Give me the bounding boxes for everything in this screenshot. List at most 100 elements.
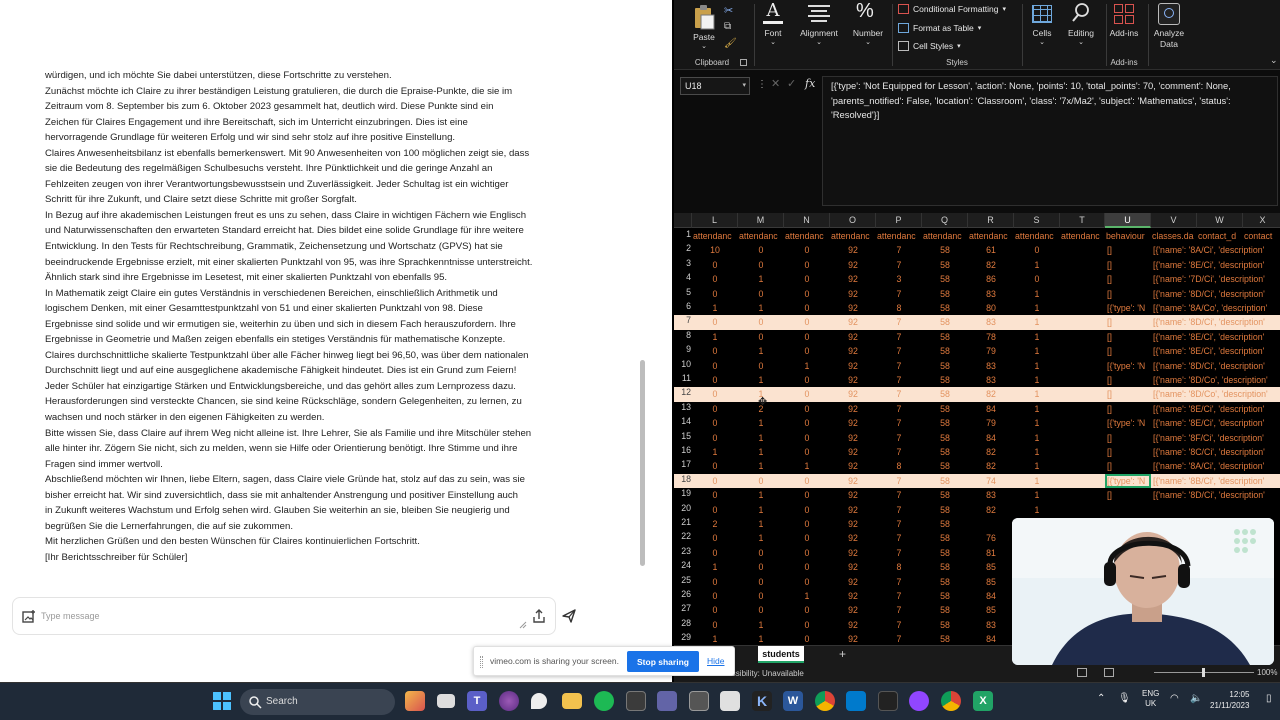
table-cell[interactable]: 74 — [968, 474, 1014, 488]
app-icon[interactable] — [720, 691, 740, 711]
row-number[interactable]: 27 — [674, 603, 691, 613]
table-cell[interactable]: 1 — [692, 632, 738, 645]
table-cell[interactable]: 92 — [830, 272, 876, 286]
app-k-icon[interactable]: K — [752, 691, 772, 711]
table-cell[interactable]: 92 — [830, 301, 876, 315]
app-icon[interactable] — [657, 691, 677, 711]
zoom-level[interactable]: 100% — [1257, 668, 1277, 677]
row-number[interactable]: 18 — [674, 474, 691, 484]
table-cell[interactable]: 0 — [692, 387, 738, 401]
table-cell[interactable]: 7 — [876, 603, 922, 617]
table-cell[interactable]: 79 — [968, 344, 1014, 358]
table-cell[interactable]: 85 — [968, 560, 1014, 574]
table-cell[interactable]: [] — [1105, 344, 1151, 358]
row-number[interactable]: 26 — [674, 589, 691, 599]
table-cell[interactable]: 7 — [876, 387, 922, 401]
app-icon[interactable] — [626, 691, 646, 711]
table-cell[interactable]: 0 — [738, 589, 784, 603]
microphone-icon[interactable]: 🎙 — [1118, 693, 1131, 704]
table-cell[interactable]: 0 — [738, 359, 784, 373]
row-number[interactable]: 21 — [674, 517, 691, 527]
row-number[interactable]: 19 — [674, 488, 691, 498]
column-header[interactable]: M — [738, 213, 784, 228]
header-cell[interactable]: attendanc — [922, 229, 968, 243]
table-cell[interactable]: 92 — [830, 488, 876, 502]
table-cell[interactable]: 7 — [876, 589, 922, 603]
table-cell[interactable] — [1060, 359, 1105, 373]
table-cell[interactable]: 7 — [876, 575, 922, 589]
table-cell[interactable]: 92 — [830, 373, 876, 387]
row-number[interactable]: 29 — [674, 632, 691, 642]
table-cell[interactable]: 83 — [968, 359, 1014, 373]
table-cell[interactable] — [1060, 344, 1105, 358]
search-icon[interactable] — [1071, 2, 1091, 24]
table-cell[interactable] — [1060, 459, 1105, 473]
column-header[interactable]: N — [784, 213, 830, 228]
table-cell[interactable]: 0 — [738, 330, 784, 344]
spotify-icon[interactable] — [594, 691, 614, 711]
table-cell[interactable]: 7 — [876, 416, 922, 430]
table-cell[interactable]: 0 — [692, 603, 738, 617]
table-cell[interactable]: 0 — [784, 517, 830, 531]
table-cell[interactable]: 85 — [968, 575, 1014, 589]
table-cell[interactable]: 1 — [692, 445, 738, 459]
row-number[interactable]: 9 — [674, 344, 691, 354]
table-cell[interactable]: 7 — [876, 488, 922, 502]
row-number[interactable]: 6 — [674, 301, 691, 311]
header-cell[interactable]: attendanc — [1014, 229, 1060, 243]
table-cell[interactable]: 0 — [784, 546, 830, 560]
table-cell[interactable]: 0 — [692, 503, 738, 517]
table-cell[interactable]: 0 — [692, 373, 738, 387]
table-cell[interactable]: 58 — [922, 287, 968, 301]
table-cell[interactable]: [{'type': 'N — [1105, 301, 1151, 315]
table-cell[interactable]: 7 — [876, 632, 922, 645]
table-cell[interactable]: 8 — [876, 459, 922, 473]
table-cell[interactable]: 92 — [830, 315, 876, 329]
table-cell[interactable] — [1060, 387, 1105, 401]
app-icon[interactable] — [689, 691, 709, 711]
taskbar-search[interactable]: Search — [240, 689, 395, 715]
table-cell[interactable]: 84 — [968, 632, 1014, 645]
column-header[interactable]: V — [1151, 213, 1197, 228]
select-all-corner[interactable] — [674, 213, 692, 228]
table-cell[interactable]: 0 — [692, 431, 738, 445]
table-cell[interactable]: 92 — [830, 416, 876, 430]
message-input[interactable] — [41, 606, 481, 626]
table-cell[interactable]: 58 — [922, 330, 968, 344]
table-cell[interactable]: 1 — [1014, 474, 1060, 488]
table-cell[interactable]: 92 — [830, 344, 876, 358]
table-cell[interactable]: 0 — [738, 474, 784, 488]
table-cell[interactable]: 0 — [784, 488, 830, 502]
volume-icon[interactable]: 🔈 — [1190, 693, 1202, 704]
table-cell[interactable]: 1 — [738, 272, 784, 286]
table-cell[interactable]: 83 — [968, 488, 1014, 502]
table-cell[interactable]: 0 — [784, 402, 830, 416]
table-cell[interactable]: [{'name': '8E/Ci', 'description' — [1151, 258, 1280, 272]
table-cell[interactable]: 0 — [784, 431, 830, 445]
table-cell[interactable]: 83 — [968, 373, 1014, 387]
row-number[interactable]: 28 — [674, 618, 691, 628]
enter-icon[interactable]: ✓ — [787, 77, 796, 90]
table-cell[interactable]: 7 — [876, 431, 922, 445]
table-cell[interactable] — [1151, 503, 1280, 517]
table-cell[interactable] — [1060, 445, 1105, 459]
table-cell[interactable] — [1060, 402, 1105, 416]
header-cell[interactable]: attendanc — [1060, 229, 1105, 243]
stop-sharing-button[interactable]: Stop sharing — [627, 651, 699, 672]
table-cell[interactable]: 58 — [922, 431, 968, 445]
table-cell[interactable]: 0 — [784, 373, 830, 387]
column-header[interactable]: R — [968, 213, 1014, 228]
table-cell[interactable]: [{'name': '8D/Co', 'description' — [1151, 373, 1280, 387]
table-cell[interactable]: 78 — [968, 330, 1014, 344]
chevron-down-icon[interactable]: ▾ — [742, 81, 746, 89]
table-cell[interactable]: 1 — [1014, 373, 1060, 387]
percent-icon[interactable]: % — [856, 0, 874, 23]
table-cell[interactable]: 0 — [784, 315, 830, 329]
windows-start-icon[interactable] — [212, 691, 232, 711]
table-cell[interactable]: 7 — [876, 402, 922, 416]
folder-icon[interactable] — [562, 693, 582, 709]
cells-icon[interactable] — [1032, 5, 1052, 23]
table-cell[interactable]: 0 — [784, 575, 830, 589]
table-cell[interactable]: [] — [1105, 445, 1151, 459]
table-cell[interactable]: 1 — [692, 560, 738, 574]
